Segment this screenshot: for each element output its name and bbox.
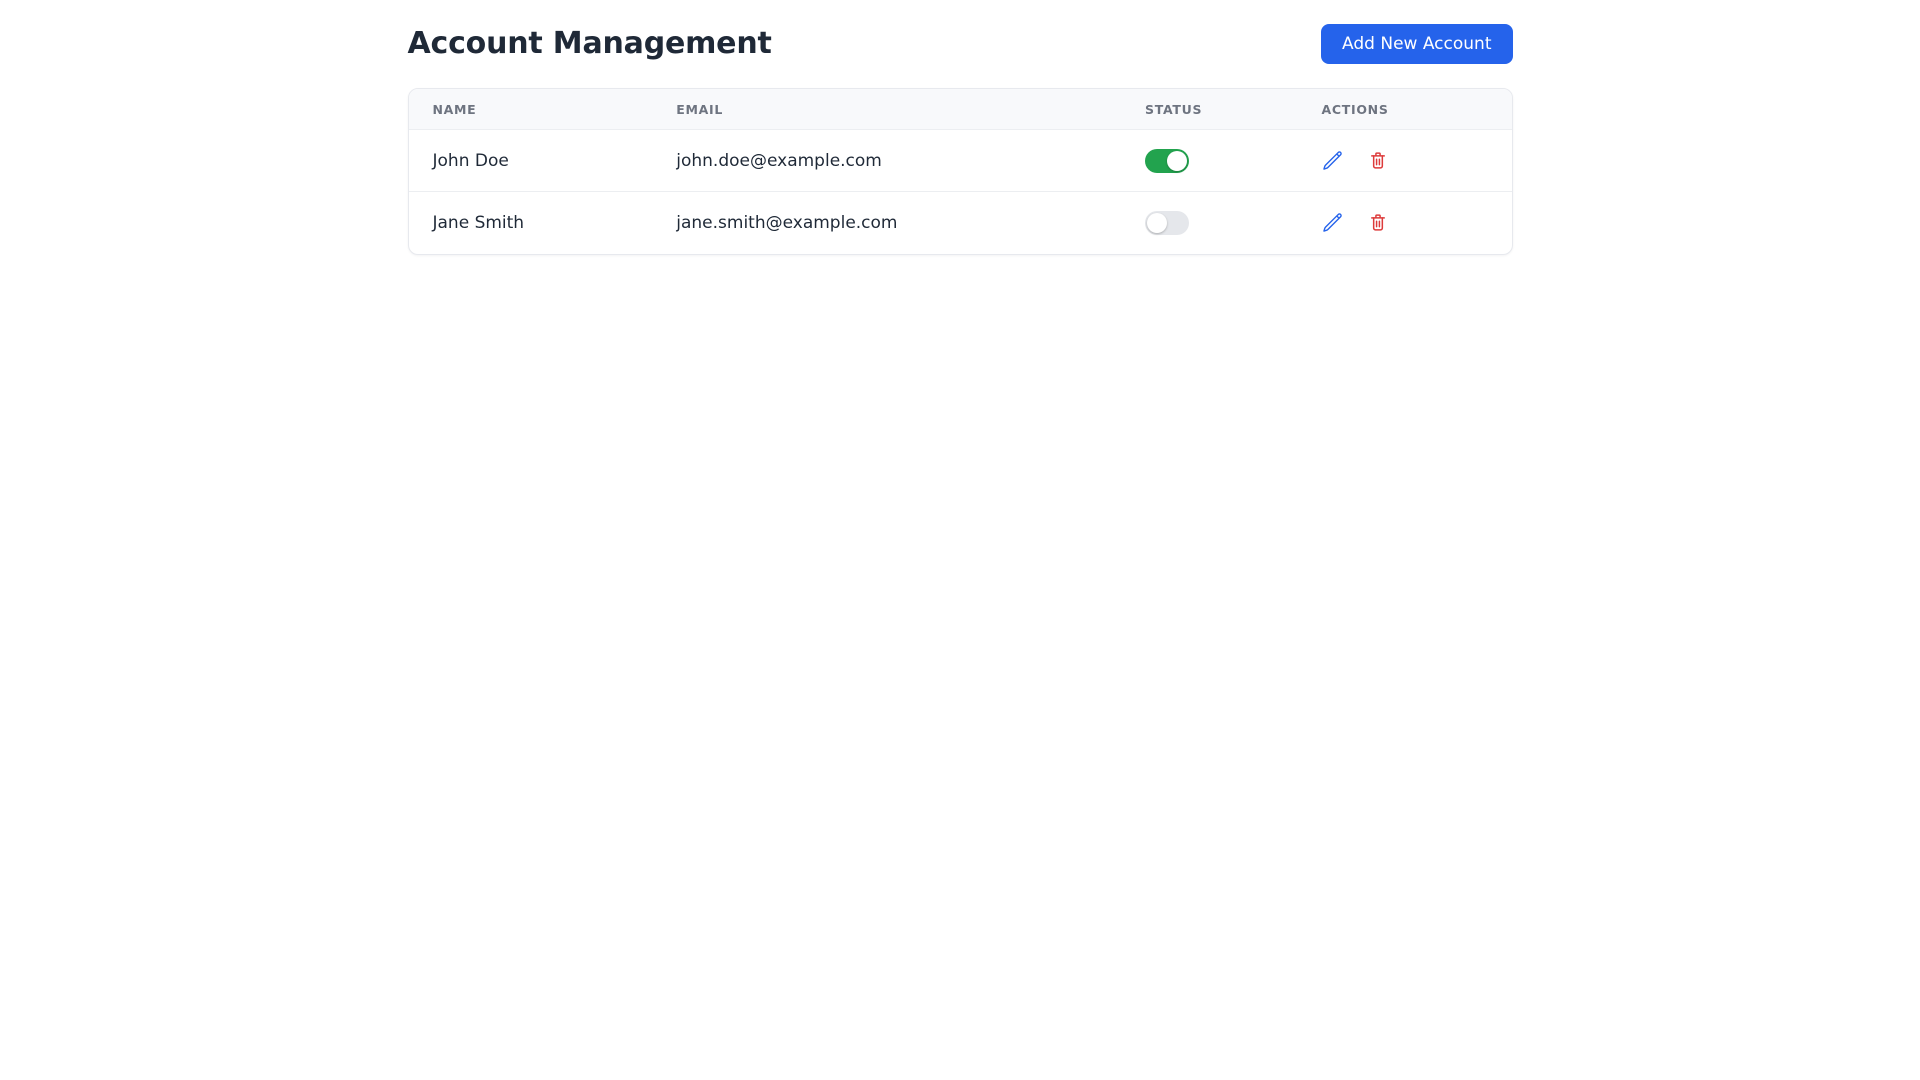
actions-cell: [1322, 212, 1488, 234]
column-header-name: Name: [408, 89, 653, 130]
table-row: Jane Smith jane.smith@example.com: [408, 191, 1512, 254]
toggle-knob: [1147, 212, 1168, 233]
page-header: Account Management Add New Account: [408, 24, 1513, 64]
trash-icon: [1368, 212, 1388, 233]
toggle-knob: [1167, 150, 1188, 171]
name-cell: John Doe: [408, 129, 653, 192]
edit-button[interactable]: [1322, 212, 1344, 234]
status-toggle[interactable]: [1145, 210, 1190, 235]
column-header-actions: Actions: [1297, 89, 1512, 130]
table-header-row: Name Email Status Actions: [408, 89, 1512, 130]
column-header-email: Email: [652, 89, 1122, 130]
page-title: Account Management: [407, 26, 772, 61]
accounts-card: Name Email Status Actions John Doe john.…: [407, 88, 1513, 255]
email-cell: john.doe@example.com: [652, 129, 1122, 192]
pencil-icon: [1322, 212, 1343, 233]
column-header-status: Status: [1121, 89, 1298, 130]
email-cell: jane.smith@example.com: [652, 191, 1122, 254]
trash-icon: [1368, 150, 1388, 171]
pencil-icon: [1322, 150, 1343, 171]
table-row: John Doe john.doe@example.com: [408, 129, 1512, 192]
edit-button[interactable]: [1322, 150, 1344, 172]
content-container: Account Management Add New Account Name …: [407, 0, 1513, 255]
actions-cell: [1322, 150, 1488, 172]
delete-button[interactable]: [1367, 212, 1389, 234]
accounts-table: Name Email Status Actions John Doe john.…: [408, 89, 1512, 254]
status-toggle[interactable]: [1145, 148, 1190, 173]
name-cell: Jane Smith: [408, 191, 653, 254]
add-new-account-button[interactable]: Add New Account: [1321, 24, 1513, 64]
delete-button[interactable]: [1367, 150, 1389, 172]
